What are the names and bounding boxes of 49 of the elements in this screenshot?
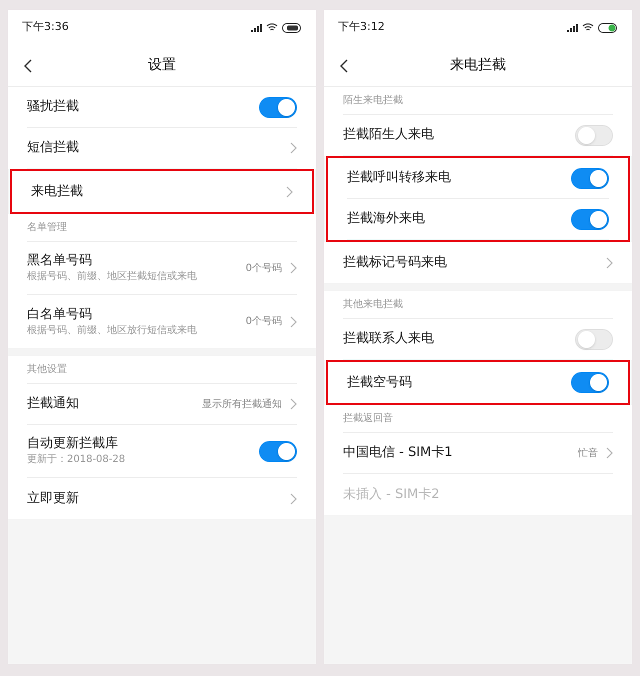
toggle-switch[interactable] bbox=[259, 440, 297, 462]
back-icon[interactable] bbox=[340, 58, 348, 72]
chevron-right-icon bbox=[290, 142, 297, 154]
setting-description: 根据号码、前缀、地区放行短信或来电 bbox=[27, 324, 198, 338]
section-header: 陌生来电拦截 bbox=[343, 94, 403, 108]
chevron-right-icon bbox=[606, 447, 613, 459]
setting-link[interactable]: 中国电信 - SIM卡1 bbox=[343, 444, 570, 462]
toggle-switch[interactable] bbox=[571, 372, 609, 393]
toggle-switch[interactable] bbox=[575, 124, 613, 146]
section-header: 其他来电拦截 bbox=[343, 298, 403, 312]
setting-description: 根据号码、前缀、地区拦截短信或来电 bbox=[27, 270, 198, 284]
page-title: 来电拦截 bbox=[450, 56, 506, 75]
chevron-right-icon bbox=[290, 492, 297, 504]
section-header: 其他设置 bbox=[27, 362, 67, 377]
signal-icon bbox=[251, 24, 262, 32]
toggle-switch[interactable] bbox=[259, 96, 297, 118]
toggle-switch[interactable] bbox=[571, 208, 609, 230]
chevron-right-icon bbox=[290, 316, 297, 328]
setting-label: 骚扰拦截 bbox=[27, 98, 80, 116]
section-header: 拦截返回音 bbox=[343, 412, 393, 426]
chevron-right-icon bbox=[606, 256, 613, 268]
setting-value: 0个号码 bbox=[246, 262, 282, 276]
setting-value: 显示所有拦截通知 bbox=[202, 398, 282, 412]
page-title: 设置 bbox=[148, 56, 176, 75]
status-time: 下午3:36 bbox=[22, 19, 70, 36]
setting-value: 0个号码 bbox=[246, 315, 282, 329]
setting-label: 自动更新拦截库 bbox=[27, 435, 119, 453]
setting-label: 拦截联系人来电 bbox=[343, 330, 435, 348]
setting-label: 拦截呼叫转移来电 bbox=[347, 169, 452, 187]
setting-value: 忙音 bbox=[578, 446, 598, 460]
signal-icon bbox=[567, 24, 578, 32]
setting-link[interactable]: 黑名单号码 bbox=[27, 252, 238, 270]
wifi-icon bbox=[582, 23, 594, 32]
setting-label: 拦截空号码 bbox=[347, 374, 413, 392]
setting-description: 更新于：2018-08-28 bbox=[27, 453, 126, 467]
chevron-right-icon bbox=[290, 262, 297, 274]
wifi-icon bbox=[266, 23, 278, 32]
back-icon[interactable] bbox=[24, 58, 32, 72]
setting-link[interactable]: 白名单号码 bbox=[27, 306, 238, 324]
setting-label: 未插入 - SIM卡2 bbox=[343, 486, 441, 504]
chevron-right-icon bbox=[290, 398, 297, 410]
section-header: 名单管理 bbox=[27, 220, 67, 235]
setting-label: 拦截海外来电 bbox=[347, 210, 426, 228]
toggle-switch[interactable] bbox=[575, 328, 613, 350]
chevron-right-icon bbox=[286, 186, 293, 198]
toggle-switch[interactable] bbox=[571, 168, 609, 188]
setting-label: 拦截陌生人来电 bbox=[343, 126, 435, 144]
setting-link[interactable]: 拦截通知 bbox=[27, 395, 194, 413]
status-time: 下午3:12 bbox=[338, 19, 386, 36]
